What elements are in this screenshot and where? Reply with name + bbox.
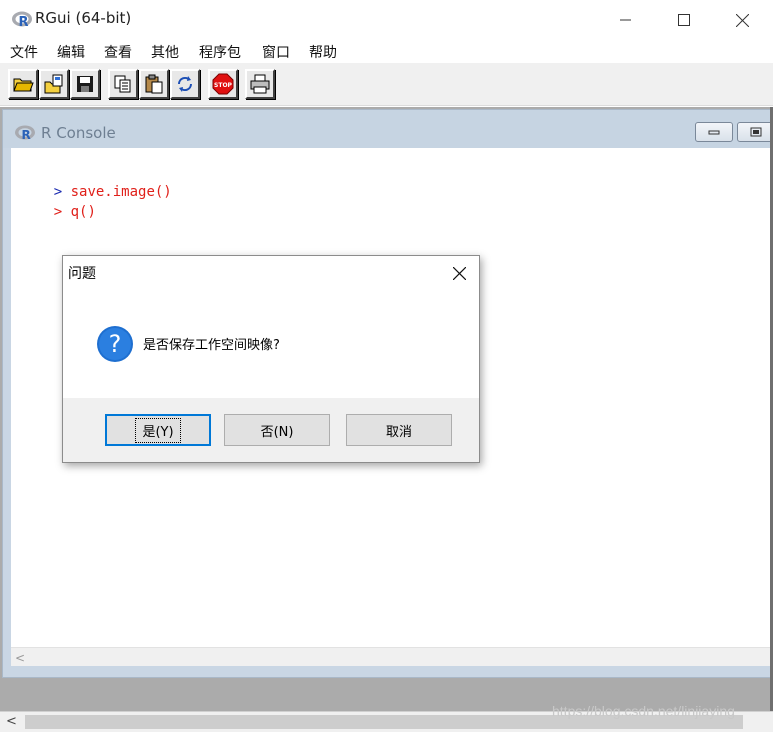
maximize-icon: [678, 14, 690, 26]
stop-button[interactable]: STOP: [208, 69, 238, 99]
save-workspace-dialog: 问题 ? 是否保存工作空间映像? 是(Y) 否(N) 取消: [62, 255, 480, 463]
console-command: q(): [70, 204, 96, 220]
close-icon: [452, 266, 466, 280]
svg-text:?: ?: [109, 330, 122, 358]
maximize-button[interactable]: [655, 0, 713, 40]
close-button[interactable]: [713, 0, 771, 40]
console-restore-button[interactable]: [737, 122, 773, 142]
floppy-disk-icon: [77, 76, 93, 92]
console-title: R Console: [41, 124, 116, 142]
menu-windows[interactable]: 窗口: [262, 42, 290, 62]
menu-file[interactable]: 文件: [10, 42, 38, 62]
console-prompt: >: [53, 204, 63, 220]
r-logo-icon: R: [15, 125, 35, 142]
minimize-icon: [708, 130, 720, 135]
printer-icon: [250, 74, 270, 94]
open-folder-icon: [13, 78, 34, 92]
minimize-icon: [620, 19, 631, 21]
no-button[interactable]: 否(N): [224, 414, 330, 446]
paste-button[interactable]: [139, 69, 169, 99]
title-bar: R RGui (64-bit): [0, 0, 773, 40]
dialog-close-button[interactable]: [447, 261, 471, 285]
refresh-icon: [177, 76, 193, 92]
console-line: > q(): [20, 188, 96, 236]
cancel-button[interactable]: 取消: [346, 414, 452, 446]
window-title: RGui (64-bit): [35, 9, 132, 27]
svg-text:R: R: [19, 15, 29, 29]
stop-label: STOP: [214, 82, 233, 89]
scroll-left-arrow-icon[interactable]: <: [15, 651, 25, 665]
question-icon: ?: [97, 326, 133, 362]
menu-view[interactable]: 查看: [104, 42, 132, 62]
print-button[interactable]: [245, 69, 275, 99]
menu-bar: 文件 编辑 查看 其他 程序包 窗口 帮助: [0, 40, 773, 64]
yes-button-label: 是(Y): [135, 417, 181, 443]
stop-sign-icon: STOP: [212, 73, 234, 95]
close-icon: [735, 13, 749, 27]
dialog-message: 是否保存工作空间映像?: [143, 338, 280, 353]
minimize-button[interactable]: [597, 0, 655, 40]
copy-icon: [114, 75, 131, 93]
toolbar: STOP: [0, 64, 773, 106]
menu-edit[interactable]: 编辑: [57, 42, 85, 62]
load-workspace-icon: [44, 74, 63, 94]
menu-misc[interactable]: 其他: [151, 42, 179, 62]
open-script-button[interactable]: [8, 69, 38, 99]
yes-button[interactable]: 是(Y): [105, 414, 211, 446]
load-workspace-button[interactable]: [39, 69, 69, 99]
r-logo-icon: R: [12, 11, 32, 29]
scroll-left-arrow-icon[interactable]: <: [6, 714, 17, 729]
menu-packages[interactable]: 程序包: [199, 42, 241, 62]
console-horizontal-scrollbar[interactable]: <: [11, 647, 771, 666]
menu-help[interactable]: 帮助: [309, 42, 337, 62]
cancel-button-label: 取消: [385, 424, 412, 440]
dialog-title: 问题: [68, 266, 96, 282]
paste-icon: [145, 74, 163, 94]
restore-icon: [750, 127, 762, 137]
copy-paste-button[interactable]: [170, 69, 200, 99]
console-title-bar[interactable]: R R Console: [3, 110, 773, 148]
svg-text:R: R: [22, 128, 31, 142]
watermark: https://blog.csdn.net/linjiaying: [552, 703, 735, 719]
no-button-label: 否(N): [260, 424, 294, 440]
copy-button[interactable]: [108, 69, 138, 99]
save-workspace-button[interactable]: [70, 69, 100, 99]
console-minimize-button[interactable]: [695, 122, 733, 142]
